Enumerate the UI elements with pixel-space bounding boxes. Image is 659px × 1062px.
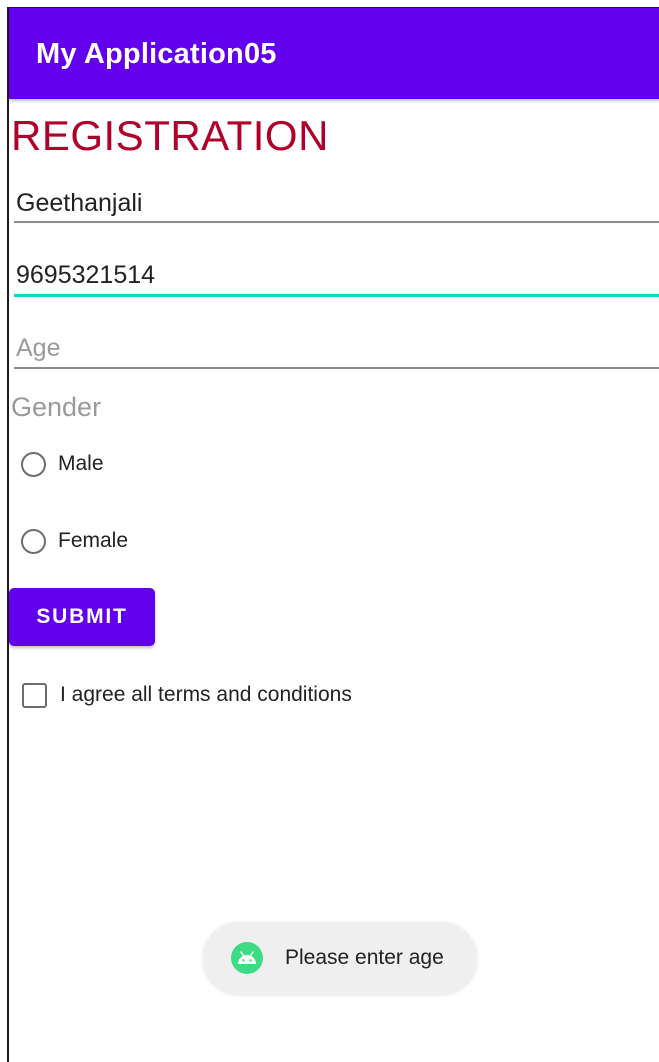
name-field-underline	[14, 221, 659, 223]
app-title: My Application05	[36, 38, 277, 70]
radio-female[interactable]: Female	[21, 523, 128, 559]
radio-circle-icon[interactable]	[21, 528, 46, 554]
age-field-underline	[14, 367, 659, 369]
app-screen: My Application05 REGISTRATION Gender Mal…	[7, 7, 659, 1062]
radio-male-label: Male	[58, 452, 104, 475]
app-bar: My Application05	[9, 8, 659, 99]
terms-checkbox-row[interactable]: I agree all terms and conditions	[22, 679, 352, 711]
terms-label: I agree all terms and conditions	[60, 683, 352, 706]
radio-male[interactable]: Male	[21, 446, 104, 482]
gender-label: Gender	[11, 392, 102, 422]
radio-circle-icon[interactable]	[21, 451, 46, 477]
radio-female-label: Female	[58, 529, 129, 552]
page-title: REGISTRATION	[11, 112, 329, 159]
toast-message: Please enter age	[285, 946, 444, 969]
phone-field-underline	[14, 294, 659, 297]
submit-button[interactable]: SUBMIT	[9, 588, 155, 646]
toast: Please enter age	[203, 922, 477, 994]
name-field[interactable]	[14, 181, 659, 225]
checkbox-icon[interactable]	[22, 682, 47, 708]
android-icon	[231, 942, 263, 974]
age-field[interactable]	[14, 326, 659, 370]
phone-field[interactable]	[14, 253, 659, 297]
